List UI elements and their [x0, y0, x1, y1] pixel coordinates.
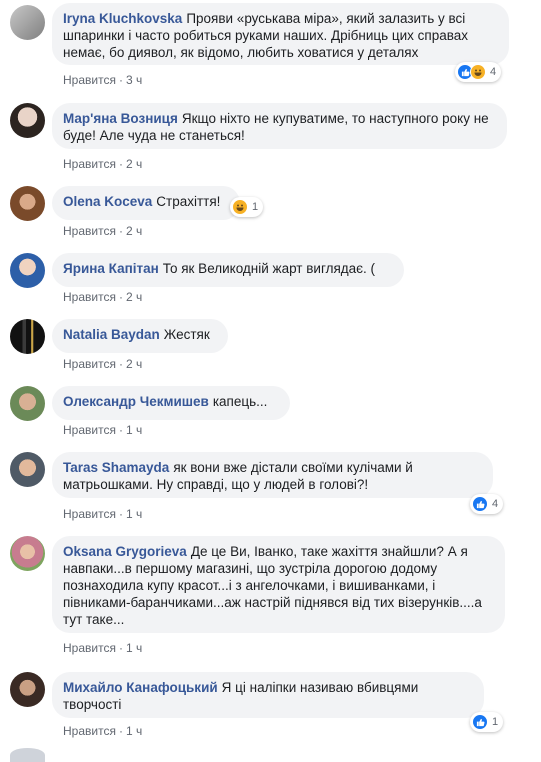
comment-author[interactable]: Iryna Kluchkovska — [63, 11, 182, 26]
avatar[interactable] — [10, 5, 45, 40]
reaction-count: 1 — [492, 716, 499, 728]
comment-text: То як Великодній жарт виглядає. ( — [162, 261, 376, 276]
like-link[interactable]: Нравится — [63, 641, 116, 655]
like-link[interactable]: Нравится — [63, 507, 116, 521]
comment-bubble: Taras Shamayda як вони вже дістали своїми… — [52, 452, 493, 498]
timestamp[interactable]: 1 ч — [126, 641, 142, 655]
comment-bubble: Ярина Капітан То як Великодній жарт вигля… — [52, 253, 404, 287]
comment-actions: Нравится · 3 ч — [63, 73, 143, 87]
comment-author[interactable]: Михайло Канафоцький — [63, 680, 218, 695]
comment-actions: Нравится · 1 ч — [63, 641, 143, 655]
comment-author[interactable]: Олександр Чекмишев — [63, 394, 209, 409]
comment-actions: Нравится · 2 ч — [63, 224, 143, 238]
comment-text: Страхіття! — [156, 194, 221, 209]
comment-actions: Нравится · 1 ч — [63, 507, 143, 521]
reaction-summary[interactable]: 1 — [470, 712, 504, 732]
timestamp[interactable]: 1 ч — [126, 423, 142, 437]
like-icon — [472, 496, 488, 512]
avatar[interactable] — [10, 103, 45, 138]
avatar[interactable] — [10, 319, 45, 354]
comment-author[interactable]: Мар'яна Возниця — [63, 111, 178, 126]
timestamp[interactable]: 2 ч — [126, 224, 142, 238]
comment-bubble: Natalia Baydan Жестяк — [52, 319, 228, 353]
comment-actions: Нравится · 2 ч — [63, 157, 143, 171]
comment-bubble: Олександр Чекмишев капець... — [52, 386, 290, 420]
comment-text: Жестяк — [163, 327, 210, 342]
reaction-summary[interactable]: 4 — [455, 62, 502, 82]
like-link[interactable]: Нравится — [63, 290, 116, 304]
comment-bubble: Oksana Grygorieva Де це Ви, Іванко, таке … — [52, 536, 505, 633]
like-icon — [472, 714, 488, 730]
comment-bubble: Мар'яна Возниця Якщо ніхто не купуватиме,… — [52, 103, 507, 149]
comment-author[interactable]: Olena Koceva — [63, 194, 152, 209]
avatar[interactable] — [10, 536, 45, 571]
haha-icon — [232, 199, 248, 215]
like-link[interactable]: Нравится — [63, 724, 116, 738]
avatar[interactable] — [10, 748, 45, 762]
comment-author[interactable]: Taras Shamayda — [63, 460, 169, 475]
comment-text: капець... — [212, 394, 268, 409]
reaction-count: 4 — [490, 66, 497, 78]
reaction-summary[interactable]: 1 — [230, 197, 264, 217]
avatar[interactable] — [10, 386, 45, 421]
timestamp[interactable]: 2 ч — [126, 357, 142, 371]
avatar[interactable] — [10, 253, 45, 288]
reaction-summary[interactable]: 4 — [470, 494, 504, 514]
timestamp[interactable]: 2 ч — [126, 157, 142, 171]
haha-icon — [470, 64, 486, 80]
reaction-count: 1 — [252, 201, 259, 213]
like-link[interactable]: Нравится — [63, 73, 116, 87]
avatar[interactable] — [10, 186, 45, 221]
comment-bubble: Михайло Канафоцький Я ці наліпки називаю … — [52, 672, 484, 718]
reaction-count: 4 — [492, 498, 499, 510]
like-link[interactable]: Нравится — [63, 224, 116, 238]
comment-author[interactable]: Oksana Grygorieva — [63, 544, 187, 559]
comment-bubble: Olena Koceva Страхіття! — [52, 186, 240, 220]
timestamp[interactable]: 1 ч — [126, 724, 142, 738]
avatar[interactable] — [10, 672, 45, 707]
comment-author[interactable]: Ярина Капітан — [63, 261, 159, 276]
like-link[interactable]: Нравится — [63, 357, 116, 371]
timestamp[interactable]: 2 ч — [126, 290, 142, 304]
comment-author[interactable]: Natalia Baydan — [63, 327, 160, 342]
avatar[interactable] — [10, 452, 45, 487]
like-link[interactable]: Нравится — [63, 423, 116, 437]
timestamp[interactable]: 1 ч — [126, 507, 142, 521]
comment-actions: Нравится · 1 ч — [63, 724, 143, 738]
comment-bubble: Iryna Kluchkovska Прояви «руськава міра»,… — [52, 3, 509, 65]
comment-actions: Нравится · 1 ч — [63, 423, 143, 437]
comment-actions: Нравится · 2 ч — [63, 290, 143, 304]
comment-actions: Нравится · 2 ч — [63, 357, 143, 371]
like-link[interactable]: Нравится — [63, 157, 116, 171]
timestamp[interactable]: 3 ч — [126, 73, 142, 87]
